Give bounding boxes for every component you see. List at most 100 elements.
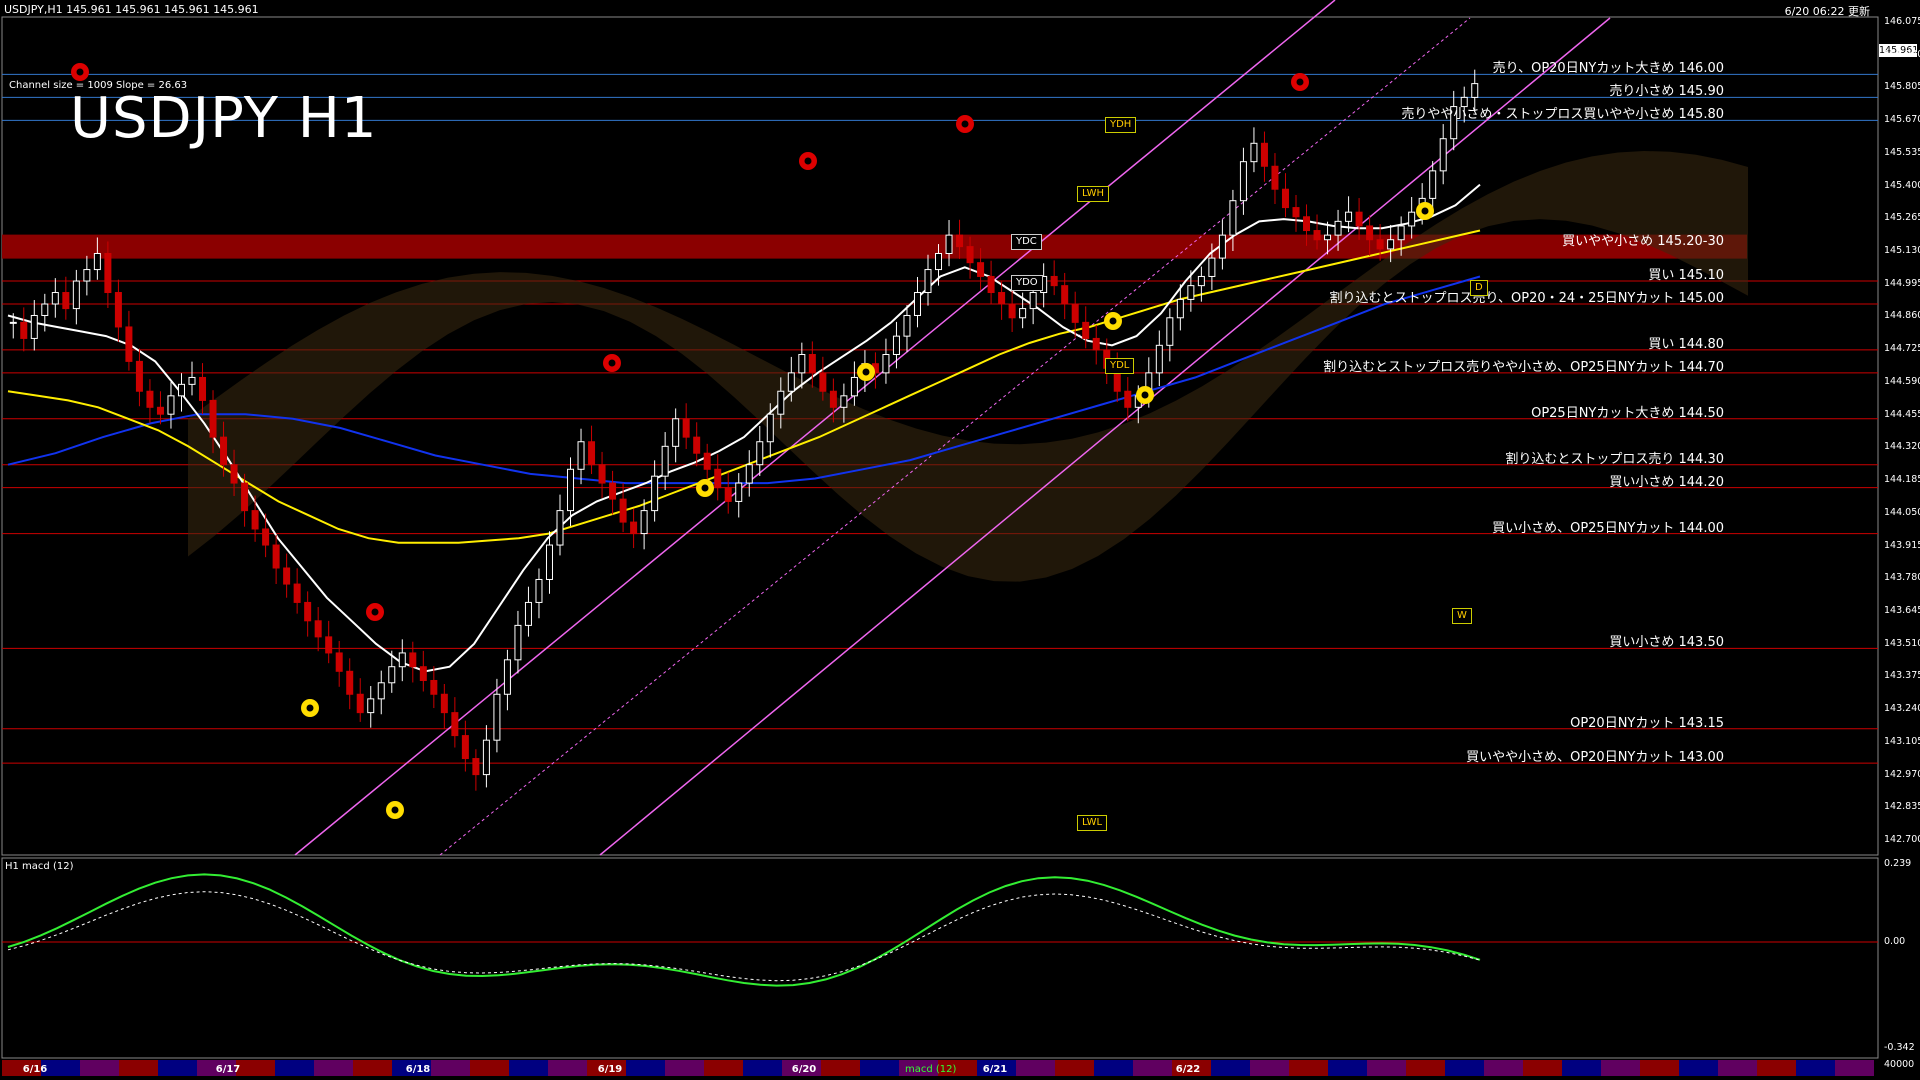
candle-body <box>913 292 921 316</box>
candle-body <box>577 441 585 470</box>
date-bar-segment <box>704 1060 743 1076</box>
signal-marker-center <box>371 608 379 616</box>
candle-body <box>1471 83 1479 98</box>
signal-marker-center <box>804 157 812 165</box>
price-tick-label: 145.400 <box>1884 179 1920 191</box>
candle-body <box>1092 337 1100 351</box>
candle-body <box>682 418 690 438</box>
date-bar-segment <box>1718 1060 1757 1076</box>
candle-body <box>1313 230 1321 241</box>
candle-body <box>1218 234 1226 259</box>
date-bar-segment <box>1289 1060 1328 1076</box>
candle-body <box>83 269 91 282</box>
candle-body <box>1439 138 1447 172</box>
macd-tick-label: 40000 <box>1884 1059 1915 1070</box>
candle-body <box>188 376 196 385</box>
date-bar-segment <box>1406 1060 1445 1076</box>
price-tick-label: 142.970 <box>1884 768 1920 780</box>
candle-body <box>461 735 469 760</box>
candle-body <box>892 335 900 356</box>
candle-body <box>1303 216 1311 232</box>
candle-body <box>672 418 680 447</box>
candle-body <box>1397 225 1405 241</box>
candle-body <box>1050 275 1058 287</box>
candle-body <box>1082 321 1090 339</box>
date-label-6/16: 6/16 <box>22 1064 48 1075</box>
candle-body <box>335 652 343 672</box>
candle-body <box>41 303 49 316</box>
level-label-7: 割り込むとストップロス売りやや小さめ、OP25日NYカット 144.70 <box>1323 359 1724 375</box>
candle-body <box>220 436 228 466</box>
candle-body <box>588 441 596 466</box>
candle-body <box>724 487 732 502</box>
level-label-2: 売りやや小さめ・ストップロス買いやや小さめ 145.80 <box>1401 107 1724 123</box>
candle-body <box>1008 303 1016 319</box>
price-tick-label: 145.265 <box>1884 212 1920 224</box>
date-bar-segment <box>1328 1060 1367 1076</box>
marker-ydh: YDH <box>1105 116 1137 133</box>
candle-body <box>409 652 417 668</box>
candle-body <box>1355 211 1363 227</box>
candle-body <box>272 544 280 569</box>
candle-body <box>1229 200 1237 236</box>
candle-body <box>199 376 207 401</box>
signal-marker-center <box>961 120 969 128</box>
price-tick-label: 145.130 <box>1884 245 1920 257</box>
candle-body <box>1166 317 1174 346</box>
candle-body <box>829 390 837 408</box>
candle-body <box>146 390 154 408</box>
macd-tick-label: -0.342 <box>1884 1042 1915 1053</box>
price-tick-label: 143.510 <box>1884 637 1920 649</box>
level-label-12: 買い小さめ 143.50 <box>1609 635 1724 651</box>
date-bar-segment <box>275 1060 314 1076</box>
candle-body <box>556 510 564 546</box>
candle-body <box>398 652 406 668</box>
candle-body <box>819 372 827 392</box>
date-label-6/19: 6/19 <box>597 1064 623 1075</box>
date-bar-segment <box>314 1060 353 1076</box>
candle-body <box>377 682 385 700</box>
price-tick-label: 145.940 <box>1884 48 1920 60</box>
date-bar-segment <box>470 1060 509 1076</box>
candle-body <box>156 406 164 415</box>
date-bar-segment <box>1796 1060 1835 1076</box>
candle-body <box>167 395 175 415</box>
symbol-info: USDJPY,H1 145.961 145.961 145.961 145.96… <box>4 3 259 16</box>
candle-body <box>1124 390 1132 408</box>
date-bar-segment <box>1601 1060 1640 1076</box>
date-bar-segment <box>509 1060 548 1076</box>
date-bar-segment <box>236 1060 275 1076</box>
candle-body <box>230 464 238 484</box>
candle-body <box>1429 170 1437 199</box>
level-label-3: 買いやや小さめ 145.20-30 <box>1562 233 1724 249</box>
price-tick-label: 143.375 <box>1884 670 1920 682</box>
candle-body <box>1187 285 1195 300</box>
candle-body <box>1029 292 1037 310</box>
candle-body <box>798 354 806 374</box>
candle-body <box>430 679 438 695</box>
date-bar-segment <box>1757 1060 1796 1076</box>
candle-body <box>51 292 59 305</box>
candle-body <box>777 390 785 415</box>
candle-body <box>745 464 753 484</box>
candle-body <box>1408 211 1416 227</box>
candle-body <box>756 441 764 466</box>
chart-title: USDJPY H1 <box>70 86 378 151</box>
price-chart[interactable] <box>0 0 1920 1080</box>
candle-body <box>545 544 553 580</box>
candle-body <box>1345 211 1353 222</box>
candle-body <box>325 636 333 654</box>
candle-body <box>251 510 259 530</box>
candle-body <box>661 445 669 477</box>
date-bar-segment <box>1367 1060 1406 1076</box>
candle-body <box>640 510 648 535</box>
marker-ydl: YDL <box>1105 357 1135 374</box>
candle-body <box>935 252 943 271</box>
candle-body <box>956 234 964 248</box>
price-tick-label: 145.805 <box>1884 81 1920 93</box>
candle-body <box>766 413 774 443</box>
candle-body <box>283 567 291 585</box>
signal-marker-center <box>76 68 84 76</box>
price-tick-label: 142.835 <box>1884 801 1920 813</box>
date-bar-segment <box>1523 1060 1562 1076</box>
